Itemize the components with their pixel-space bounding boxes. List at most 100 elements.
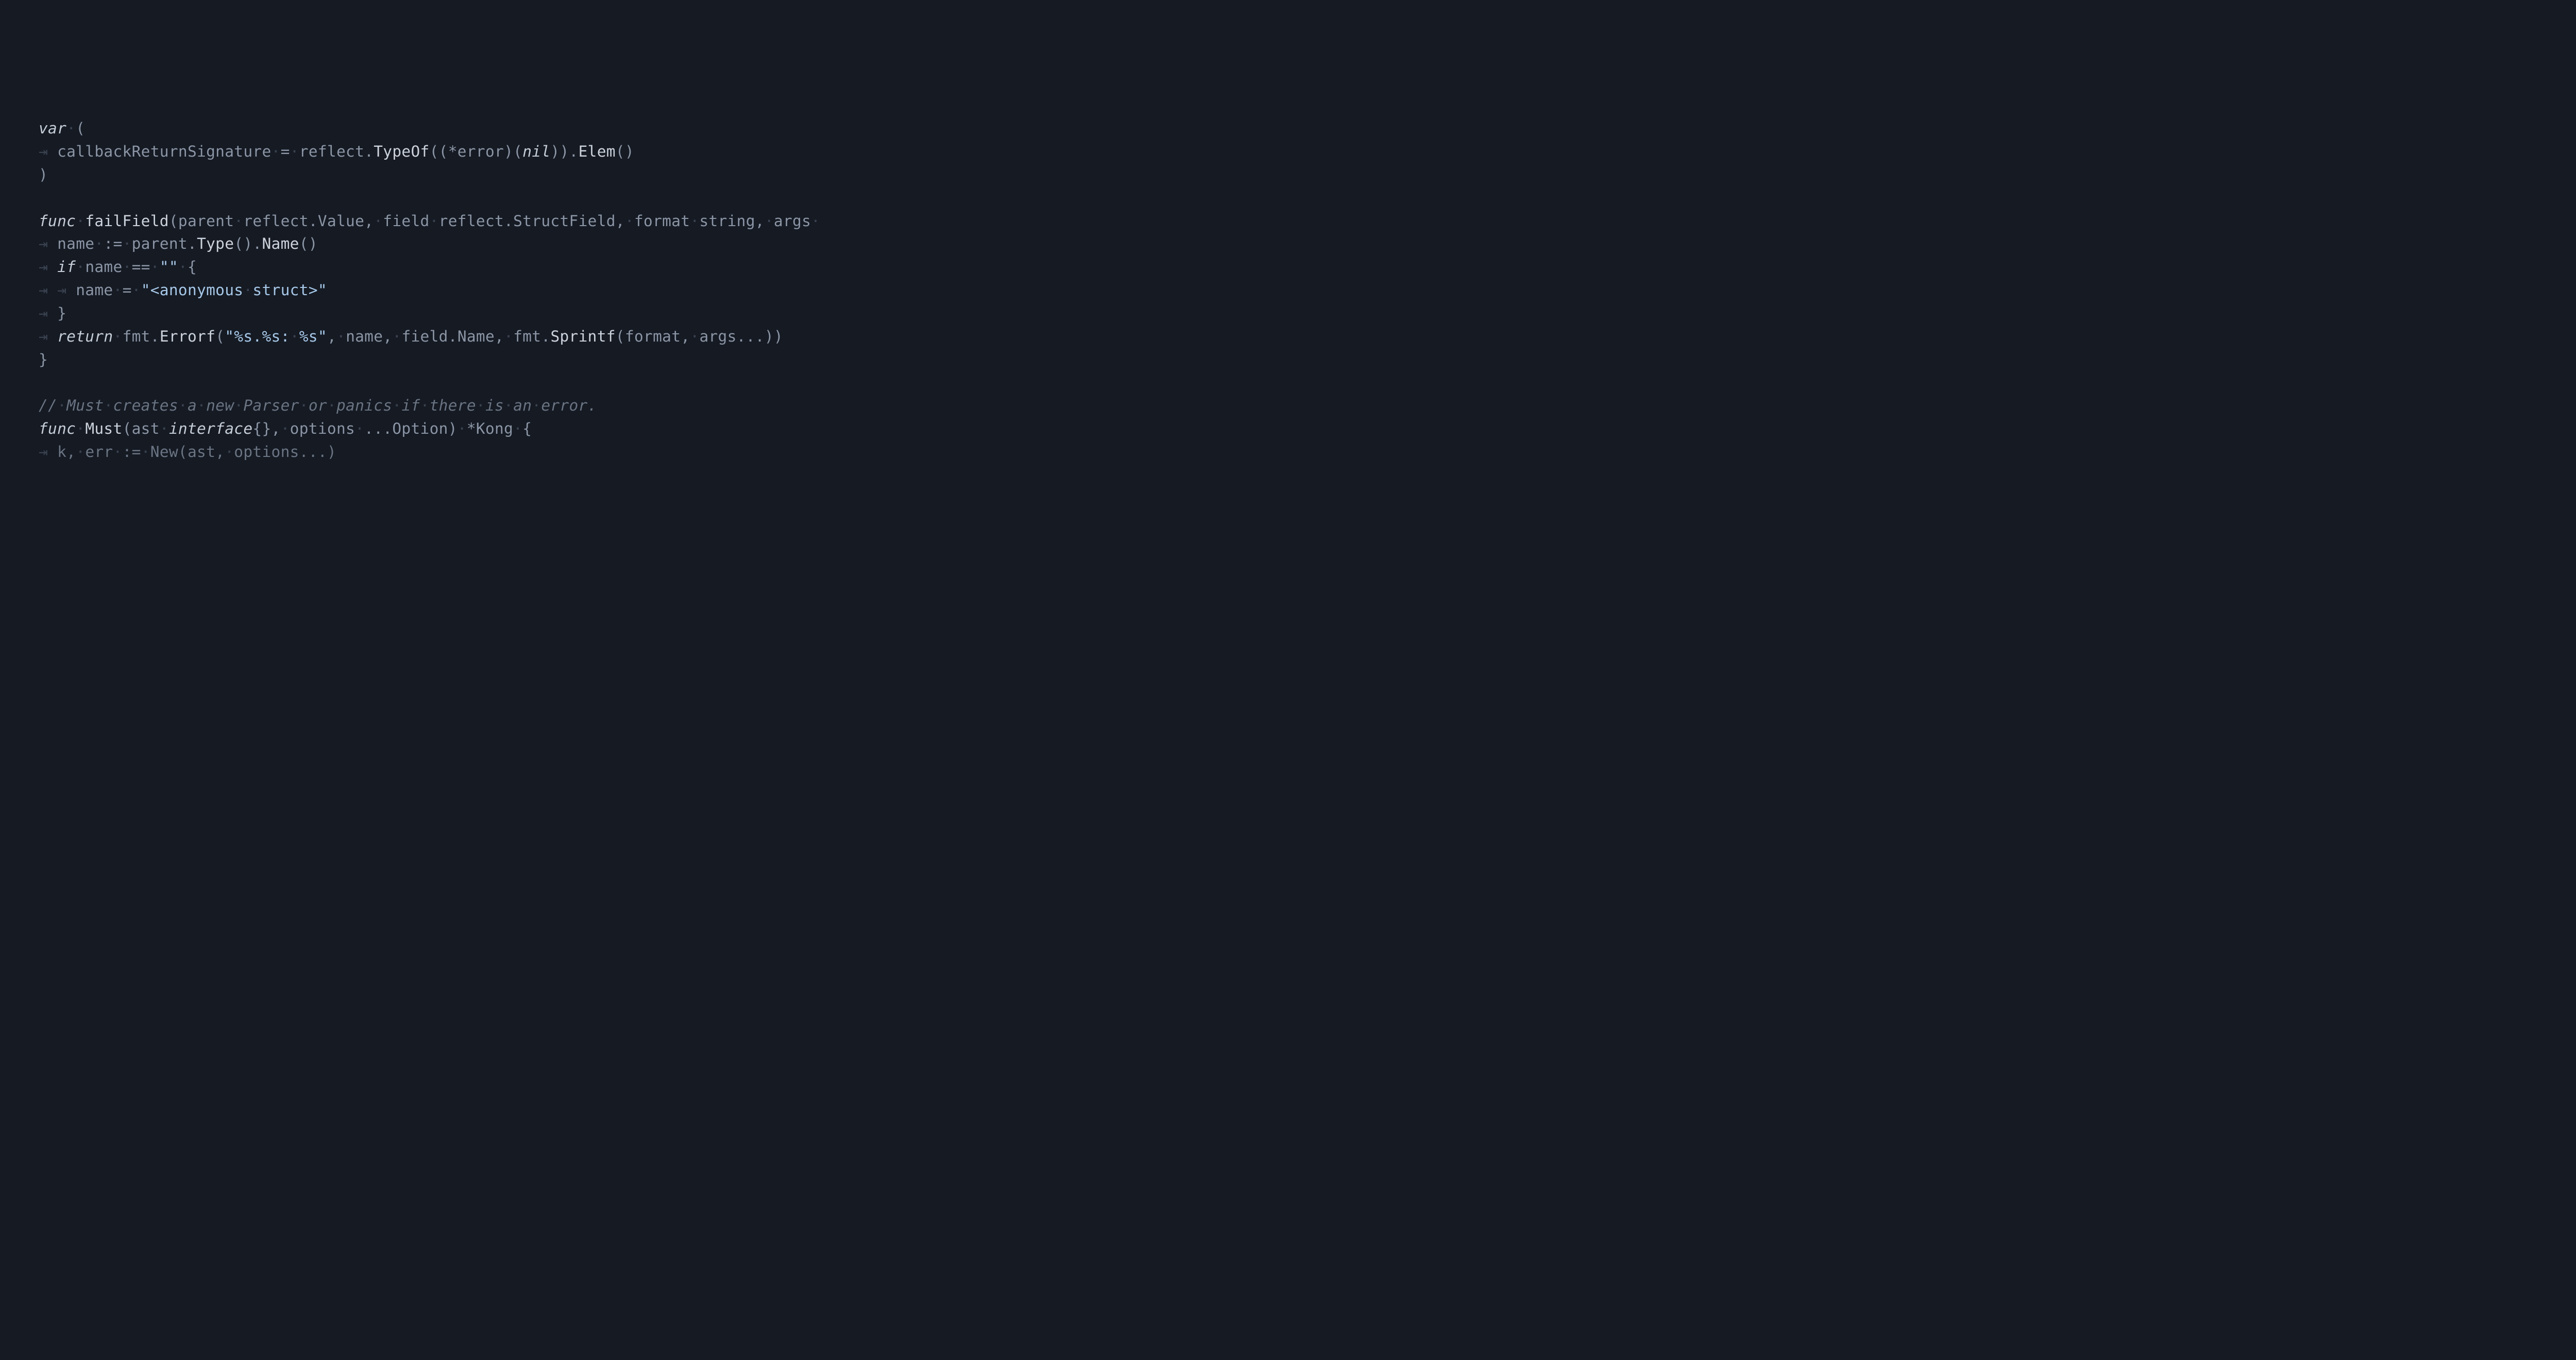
token-str: %s" bbox=[299, 328, 327, 345]
token-op: := bbox=[104, 235, 122, 252]
token-ws: · bbox=[123, 258, 132, 276]
token-ws: · bbox=[420, 397, 430, 414]
token-typ: StructField bbox=[513, 212, 616, 230]
token-kw: func bbox=[39, 420, 76, 437]
whitespace-indent: ⇥ bbox=[57, 281, 76, 299]
token-dim: New(ast, bbox=[150, 443, 225, 461]
token-ws: · bbox=[160, 420, 169, 437]
token-pun: )). bbox=[550, 143, 578, 160]
token-pun: , bbox=[383, 328, 392, 345]
token-pun: . bbox=[188, 235, 197, 252]
token-ws: · bbox=[272, 143, 281, 160]
token-ws: · bbox=[336, 328, 346, 345]
token-id: Name bbox=[457, 328, 495, 345]
token-dim: := bbox=[123, 443, 141, 461]
token-pun: ( bbox=[169, 212, 178, 230]
token-ws: · bbox=[625, 212, 634, 230]
code-line[interactable]: ⇥ } bbox=[39, 302, 2576, 325]
code-line[interactable] bbox=[39, 186, 2576, 210]
code-line[interactable]: var·( bbox=[39, 117, 2576, 140]
whitespace-indent: ⇥ bbox=[39, 443, 57, 461]
token-ws: · bbox=[76, 212, 85, 230]
code-line[interactable]: func·failField(parent·reflect.Value,·fie… bbox=[39, 210, 2576, 233]
token-com: or bbox=[309, 397, 327, 414]
token-pun: ( bbox=[76, 120, 85, 137]
token-fn: Errorf bbox=[160, 328, 215, 345]
token-ws: · bbox=[76, 420, 85, 437]
token-ws: · bbox=[290, 143, 299, 160]
token-pun: . bbox=[541, 328, 550, 345]
code-line[interactable]: ⇥ k,·err·:=·New(ast,·options...) bbox=[39, 440, 2576, 464]
token-pun: , bbox=[616, 212, 625, 230]
token-pun: . bbox=[448, 328, 457, 345]
code-line[interactable]: func·Must(ast·interface{},·options·...Op… bbox=[39, 417, 2576, 440]
token-ws: · bbox=[765, 212, 774, 230]
token-pun: () bbox=[299, 235, 318, 252]
token-ws: · bbox=[113, 281, 123, 299]
token-pun: , bbox=[364, 212, 374, 230]
token-pun: {}, bbox=[252, 420, 280, 437]
code-line[interactable]: //·Must·creates·a·new·Parser·or·panics·i… bbox=[39, 394, 2576, 417]
whitespace-indent: ⇥ bbox=[39, 143, 57, 160]
token-pun: . bbox=[504, 212, 513, 230]
token-id: name bbox=[346, 328, 383, 345]
token-com: Must bbox=[66, 397, 104, 414]
token-pun: } bbox=[39, 351, 48, 368]
code-line[interactable]: ⇥ return·fmt.Errorf("%s.%s:·%s",·name,·f… bbox=[39, 325, 2576, 348]
token-kw: if bbox=[57, 258, 76, 276]
code-line[interactable] bbox=[39, 371, 2576, 394]
token-ws: · bbox=[123, 235, 132, 252]
token-pun: , bbox=[681, 328, 690, 345]
token-dim: options...) bbox=[234, 443, 336, 461]
token-fn: Type bbox=[197, 235, 234, 252]
token-fn: Must bbox=[85, 420, 122, 437]
token-ws: · bbox=[57, 397, 66, 414]
token-fn: Elem bbox=[579, 143, 616, 160]
token-ws: · bbox=[76, 258, 85, 276]
token-typ: string bbox=[699, 212, 755, 230]
token-typ: Option bbox=[392, 420, 448, 437]
token-ws: · bbox=[290, 328, 299, 345]
token-id: reflect bbox=[439, 212, 504, 230]
token-com: panics bbox=[336, 397, 392, 414]
token-id: callbackReturnSignature bbox=[57, 143, 271, 160]
code-line[interactable]: ⇥ ⇥ name·=·"<anonymous·struct>" bbox=[39, 279, 2576, 302]
code-line[interactable]: } bbox=[39, 348, 2576, 371]
token-fn: Name bbox=[262, 235, 299, 252]
token-com: a bbox=[188, 397, 197, 414]
token-id: args bbox=[774, 212, 811, 230]
token-pun: ( bbox=[215, 328, 225, 345]
token-str: struct>" bbox=[252, 281, 327, 299]
code-line[interactable]: ) bbox=[39, 163, 2576, 186]
token-ws: · bbox=[178, 258, 188, 276]
code-editor[interactable]: var·(⇥ callbackReturnSignature·=·reflect… bbox=[39, 117, 2576, 463]
token-ws: · bbox=[150, 258, 160, 276]
token-pun: ( bbox=[123, 420, 132, 437]
token-ws: · bbox=[430, 212, 439, 230]
token-ws: · bbox=[66, 120, 76, 137]
whitespace-indent: ⇥ bbox=[39, 235, 57, 252]
token-kw: func bbox=[39, 212, 76, 230]
token-ws: · bbox=[690, 328, 699, 345]
token-id: name bbox=[85, 258, 122, 276]
token-fn: TypeOf bbox=[374, 143, 429, 160]
token-fn: failField bbox=[85, 212, 169, 230]
token-pun: ... bbox=[364, 420, 392, 437]
token-ws: · bbox=[104, 397, 113, 414]
token-ws: · bbox=[141, 443, 150, 461]
token-pun: ) bbox=[39, 166, 48, 183]
token-id: format bbox=[625, 328, 681, 345]
token-ws: · bbox=[392, 397, 401, 414]
token-ws: · bbox=[197, 397, 206, 414]
token-pun: (). bbox=[234, 235, 262, 252]
token-kw: nil bbox=[522, 143, 550, 160]
code-line[interactable]: ⇥ name·:=·parent.Type().Name() bbox=[39, 232, 2576, 256]
whitespace-indent: ⇥ bbox=[39, 328, 57, 345]
token-ws: · bbox=[132, 281, 141, 299]
whitespace-indent: ⇥ bbox=[39, 258, 57, 276]
code-line[interactable]: ⇥ callbackReturnSignature·=·reflect.Type… bbox=[39, 140, 2576, 163]
token-ws: · bbox=[327, 397, 336, 414]
token-pun: () bbox=[616, 143, 634, 160]
code-line[interactable]: ⇥ if·name·==·""·{ bbox=[39, 256, 2576, 279]
token-id: reflect bbox=[299, 143, 364, 160]
